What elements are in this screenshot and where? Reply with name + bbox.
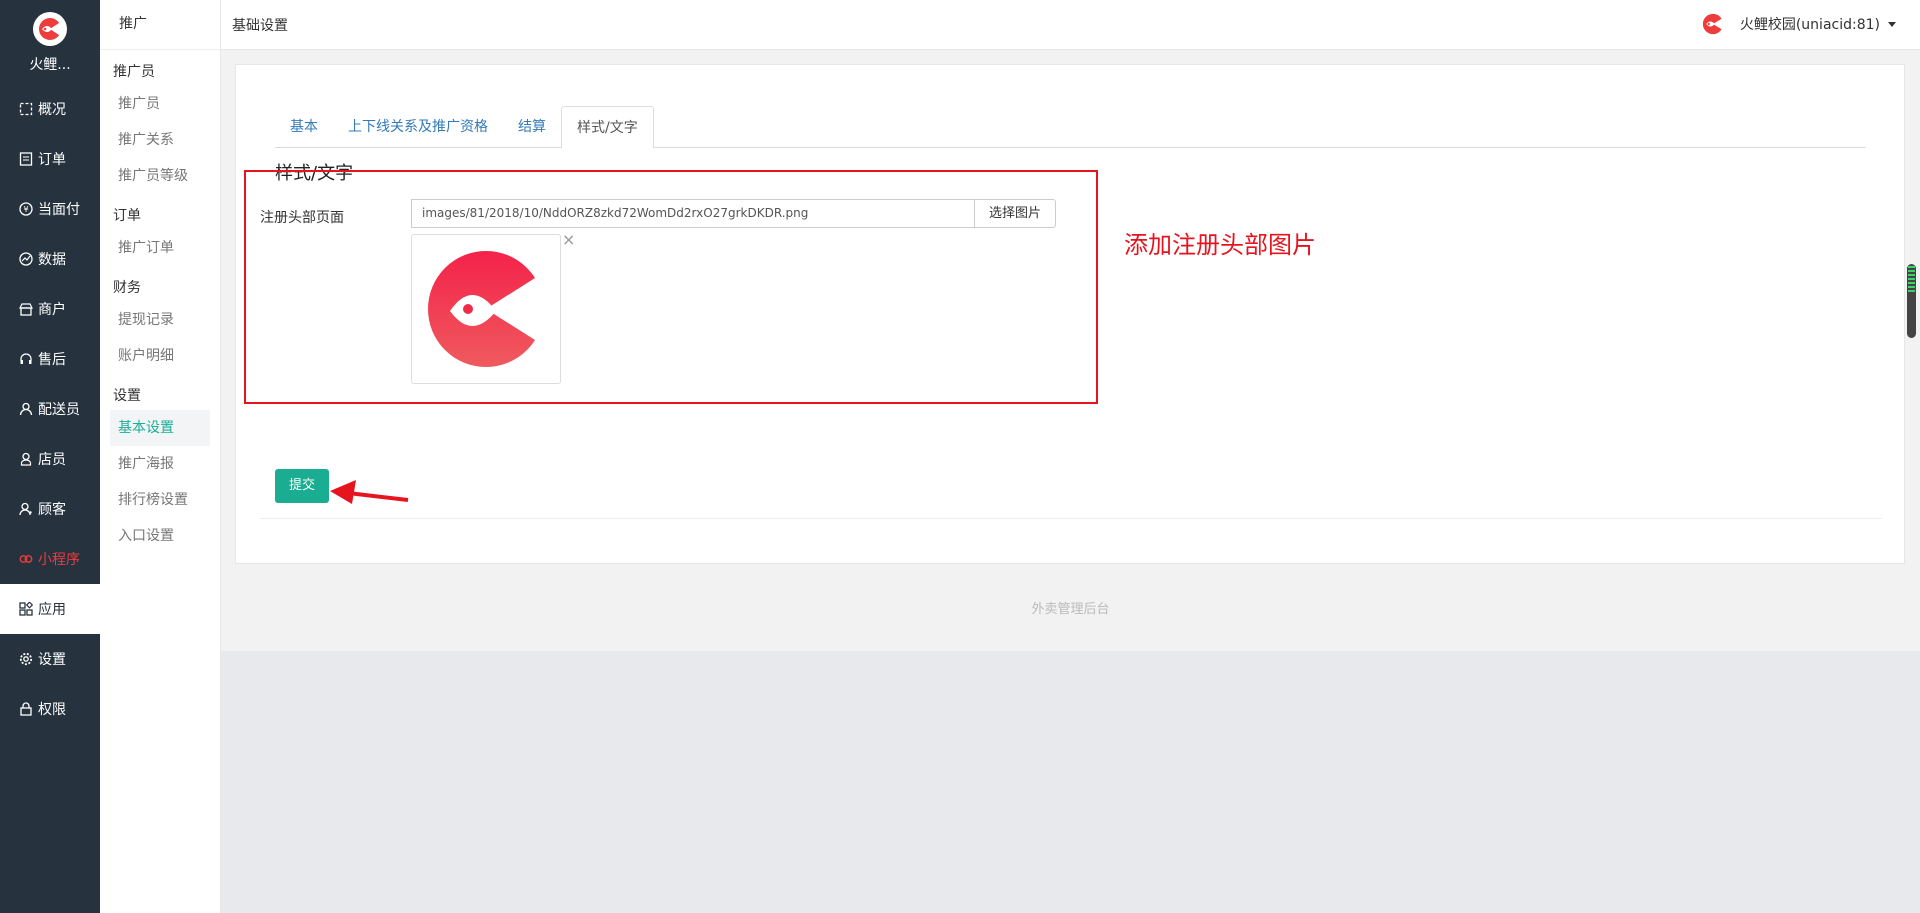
sidebar-item-merchants[interactable]: 商户 (0, 284, 100, 334)
subnav-item-leaderboard[interactable]: 排行榜设置 (110, 482, 210, 518)
tab-bar: 基本 上下线关系及推广资格 结算 样式/文字 (275, 106, 1866, 149)
subnav-title: 推广 (100, 0, 220, 50)
sidebar-item-label: 概况 (38, 102, 66, 118)
sidebar-item-aftersale[interactable]: 售后 (0, 334, 100, 384)
chart-icon (18, 251, 34, 267)
annotation-text: 添加注册头部图片 (1124, 231, 1316, 259)
clerk-icon (18, 451, 34, 467)
sidebar-item-data[interactable]: 数据 (0, 234, 100, 284)
subnav-item-levels[interactable]: 推广员等级 (110, 158, 210, 194)
page-title: 基础设置 (232, 18, 288, 34)
footer-text: 外卖管理后台 (1031, 602, 1110, 617)
apps-icon (18, 601, 34, 617)
subnav-group-title: 设置 (113, 388, 141, 404)
brand-logo-icon (1702, 13, 1724, 35)
sidebar-item-miniprogram[interactable]: 小程序 (0, 534, 100, 584)
dashboard-icon (18, 101, 34, 117)
customer-icon (18, 501, 34, 517)
tab-basic[interactable]: 基本 (275, 106, 333, 148)
svg-text:¥: ¥ (23, 205, 28, 214)
user-menu[interactable]: 火鲤校园(uniacid:81) (1702, 13, 1896, 35)
caret-down-icon (1888, 21, 1896, 27)
subnav-group-title: 订单 (113, 208, 141, 224)
scrollbar[interactable] (1907, 264, 1916, 338)
sidebar-item-label: 权限 (38, 702, 66, 718)
yen-icon: ¥ (18, 201, 34, 217)
sidebar-item-label: 当面付 (38, 202, 80, 218)
subnav-item-basic-settings[interactable]: 基本设置 (110, 410, 210, 446)
divider (260, 518, 1882, 519)
sidebar-item-label: 配送员 (38, 402, 80, 418)
courier-icon (18, 401, 34, 417)
tab-style-text[interactable]: 样式/文字 (561, 106, 654, 149)
top-header: 基础设置 火鲤校园(uniacid:81) (221, 0, 1920, 50)
tab-settlement[interactable]: 结算 (503, 106, 561, 148)
headset-icon (18, 351, 34, 367)
sidebar-item-apps[interactable]: 应用 (0, 584, 100, 634)
sidebar-item-label: 顾客 (38, 502, 66, 518)
miniprogram-icon (18, 551, 34, 567)
annotation-highlight-box (244, 170, 1098, 404)
sidebar-item-couriers[interactable]: 配送员 (0, 384, 100, 434)
sidebar-item-label: 设置 (38, 652, 66, 668)
subnav-group-title: 推广员 (113, 64, 155, 80)
main-sidebar: 火鲤... 概况 订单 ¥ 当面付 数据 商户 售后 配送员 店员 顾客 小程序 (0, 0, 100, 913)
sidebar-item-clerks[interactable]: 店员 (0, 434, 100, 484)
subnav-group-title: 财务 (113, 280, 141, 296)
sidebar-logo[interactable]: 火鲤... (0, 0, 100, 84)
submit-button[interactable]: 提交 (275, 469, 329, 503)
annotation-arrow-icon (330, 480, 409, 504)
app-name: 火鲤... (29, 57, 71, 73)
sidebar-item-overview[interactable]: 概况 (0, 84, 100, 134)
sidebar-item-label: 商户 (38, 302, 66, 318)
sidebar-item-orders[interactable]: 订单 (0, 134, 100, 184)
subnav-item-promo-orders[interactable]: 推广订单 (110, 230, 210, 266)
brand-logo-icon (33, 12, 67, 46)
gear-icon (18, 651, 34, 667)
subnav-item-poster[interactable]: 推广海报 (110, 446, 210, 482)
sidebar-item-label: 应用 (38, 602, 66, 618)
sidebar-item-label: 数据 (38, 252, 66, 268)
subnav-item-withdrawals[interactable]: 提现记录 (110, 302, 210, 338)
sidebar-item-label: 订单 (38, 152, 66, 168)
subnav-item-relations[interactable]: 推广关系 (110, 122, 210, 158)
sidebar-item-label: 售后 (38, 352, 66, 368)
sidebar-item-label: 小程序 (38, 552, 80, 568)
store-icon (18, 301, 34, 317)
sidebar-item-customers[interactable]: 顾客 (0, 484, 100, 534)
subnav-item-promoters[interactable]: 推广员 (110, 86, 210, 122)
sidebar-item-label: 店员 (38, 452, 66, 468)
secondary-sidebar: 推广 推广员 推广员 推广关系 推广员等级 订单 推广订单 财务 提现记录 账户… (100, 0, 221, 913)
subnav-item-account-details[interactable]: 账户明细 (110, 338, 210, 374)
sidebar-item-facepay[interactable]: ¥ 当面付 (0, 184, 100, 234)
tab-relations[interactable]: 上下线关系及推广资格 (333, 106, 503, 148)
sidebar-item-settings[interactable]: 设置 (0, 634, 100, 684)
order-list-icon (18, 151, 34, 167)
subnav-item-entry[interactable]: 入口设置 (110, 518, 210, 554)
sidebar-item-permissions[interactable]: 权限 (0, 684, 100, 734)
lock-icon (18, 701, 34, 717)
user-name: 火鲤校园(uniacid:81) (1739, 17, 1880, 33)
